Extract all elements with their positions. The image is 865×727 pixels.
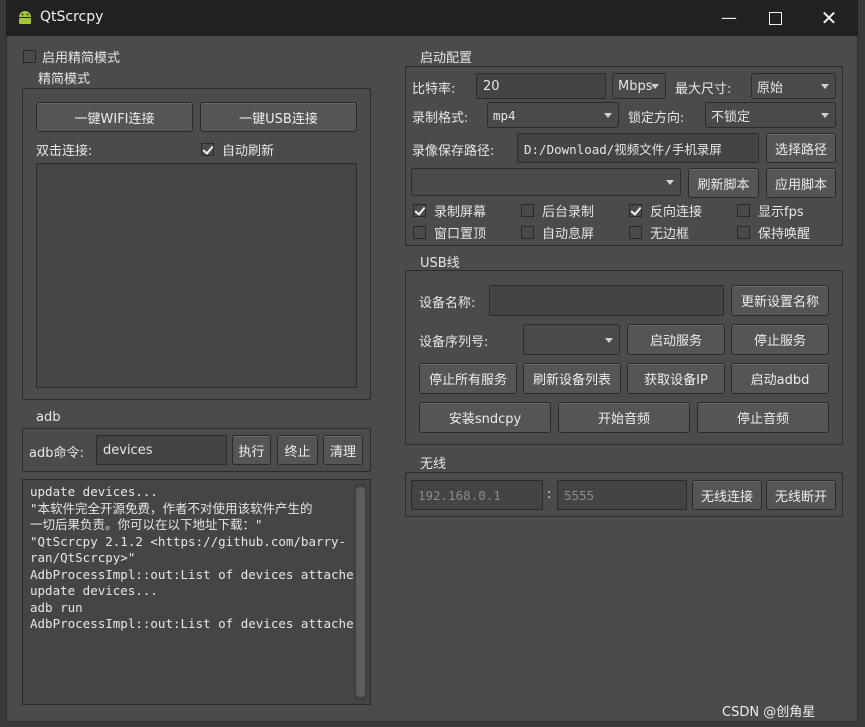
frameless-checkbox[interactable] bbox=[629, 226, 642, 239]
log-line: "QtScrcpy 2.1.2 <https://github.com/barr… bbox=[30, 533, 347, 549]
wireless-port-input[interactable]: 5555 bbox=[557, 480, 687, 510]
max-size-value: 原始 bbox=[757, 80, 784, 96]
record-screen-label: 录制屏幕 bbox=[434, 205, 487, 220]
lock-orientation-value: 不锁定 bbox=[711, 109, 751, 125]
minimize-icon[interactable]: — bbox=[706, 4, 752, 32]
chevron-down-icon bbox=[605, 337, 613, 343]
stay-awake-label: 保持唤醒 bbox=[758, 227, 811, 242]
enable-simple-mode-label: 启用精简模式 bbox=[42, 51, 121, 66]
stay-awake-checkbox[interactable] bbox=[737, 226, 750, 239]
background-record-checkbox[interactable] bbox=[521, 204, 534, 217]
start-audio-button[interactable]: 开始音频 bbox=[558, 402, 690, 433]
device-name-label: 设备名称: bbox=[419, 296, 476, 311]
get-device-ip-button[interactable]: 获取设备IP bbox=[627, 363, 725, 394]
chevron-down-icon bbox=[821, 113, 829, 118]
start-service-button[interactable]: 启动服务 bbox=[627, 324, 725, 355]
wifi-connect-button[interactable]: 一键WIFI连接 bbox=[36, 102, 193, 132]
install-sndcpy-button[interactable]: 安装sndcpy bbox=[419, 402, 551, 433]
chevron-down-icon bbox=[651, 84, 659, 89]
auto-refresh-label: 自动刷新 bbox=[222, 144, 275, 159]
device-serial-label: 设备序列号: bbox=[419, 335, 489, 350]
log-line: 一切后果负责。你可以在以下地址下载：" bbox=[30, 517, 263, 532]
log-line: ran/QtScrcpy>" bbox=[30, 550, 136, 565]
chevron-down-icon bbox=[604, 113, 612, 118]
record-path-label: 录像保存路径: bbox=[412, 144, 495, 159]
double-click-connect-label: 双击连接: bbox=[36, 144, 93, 159]
log-output[interactable]: update devices... "本软件完全开源免费，作者不对使用该软件产生… bbox=[22, 479, 371, 705]
window-on-top-checkbox[interactable] bbox=[413, 226, 426, 239]
auto-refresh-checkbox[interactable] bbox=[201, 143, 214, 156]
record-format-value: mp4 bbox=[493, 107, 516, 123]
max-size-select[interactable]: 原始 bbox=[751, 73, 836, 99]
frameless-label: 无边框 bbox=[650, 227, 690, 242]
record-path-input[interactable]: D:/Download/视频文件/手机录屏 bbox=[517, 133, 759, 163]
android-app-icon bbox=[19, 11, 31, 24]
record-format-label: 录制格式: bbox=[412, 111, 469, 126]
adb-stop-button[interactable]: 终止 bbox=[277, 435, 318, 465]
wireless-disconnect-button[interactable]: 无线断开 bbox=[766, 480, 836, 510]
start-adbd-button[interactable]: 启动adbd bbox=[731, 363, 829, 394]
chevron-down-icon bbox=[666, 180, 674, 185]
apply-script-button[interactable]: 应用脚本 bbox=[766, 168, 836, 198]
stop-all-services-button[interactable]: 停止所有服务 bbox=[419, 363, 517, 394]
bitrate-label: 比特率: bbox=[412, 82, 456, 97]
script-select[interactable] bbox=[411, 168, 681, 196]
chevron-down-icon bbox=[821, 84, 829, 89]
ip-port-separator: : bbox=[547, 487, 552, 502]
device-serial-select[interactable] bbox=[523, 324, 620, 355]
maximize-icon[interactable] bbox=[752, 4, 798, 32]
lock-orientation-label: 锁定方向: bbox=[628, 111, 685, 126]
max-size-label: 最大尺寸: bbox=[675, 82, 732, 97]
stop-service-button[interactable]: 停止服务 bbox=[731, 324, 829, 355]
auto-screen-off-checkbox[interactable] bbox=[521, 226, 534, 239]
usb-connect-button[interactable]: 一键USB连接 bbox=[200, 102, 357, 132]
adb-command-input[interactable]: devices bbox=[96, 435, 227, 465]
enable-simple-mode-checkbox[interactable] bbox=[23, 50, 36, 63]
simple-mode-title: 精简模式 bbox=[36, 68, 93, 87]
adb-clear-button[interactable]: 清理 bbox=[323, 435, 363, 465]
bitrate-unit-value: Mbps bbox=[618, 78, 653, 94]
startup-config-title: 启动配置 bbox=[420, 51, 473, 66]
log-line: "本软件完全开源免费，作者不对使用该软件产生的 bbox=[30, 500, 313, 516]
log-line: adb run bbox=[30, 599, 83, 615]
reverse-connect-checkbox[interactable] bbox=[629, 204, 642, 217]
csdn-watermark: CSDN @创角星 bbox=[722, 705, 816, 720]
record-format-select[interactable]: mp4 bbox=[487, 102, 619, 128]
wireless-group-title: 无线 bbox=[420, 457, 447, 472]
bitrate-unit-select[interactable]: Mbps bbox=[612, 73, 666, 99]
wireless-connect-button[interactable]: 无线连接 bbox=[692, 480, 762, 510]
close-icon[interactable]: ✕ bbox=[806, 4, 852, 32]
log-line: AdbProcessImpl::out:List of devices atta… bbox=[30, 616, 362, 631]
wireless-ip-input[interactable]: 192.168.0.1 bbox=[411, 480, 543, 510]
window-title: QtScrcpy bbox=[40, 9, 104, 25]
background-record-label: 后台录制 bbox=[542, 205, 595, 220]
log-line: AdbProcessImpl::out:List of devices atta… bbox=[30, 566, 362, 582]
show-fps-checkbox[interactable] bbox=[737, 204, 750, 217]
device-list[interactable] bbox=[36, 163, 357, 388]
device-name-input[interactable] bbox=[489, 285, 724, 316]
select-path-button[interactable]: 选择路径 bbox=[766, 133, 836, 163]
show-fps-label: 显示fps bbox=[758, 205, 804, 220]
auto-screen-off-label: 自动息屏 bbox=[542, 227, 595, 242]
adb-command-label: adb命令: bbox=[29, 446, 84, 461]
lock-orientation-select[interactable]: 不锁定 bbox=[705, 102, 836, 128]
reverse-connect-label: 反向连接 bbox=[650, 205, 703, 220]
bitrate-input[interactable]: 20 bbox=[476, 73, 606, 99]
adb-execute-button[interactable]: 执行 bbox=[232, 435, 271, 465]
record-screen-checkbox[interactable] bbox=[413, 204, 426, 217]
refresh-device-list-button[interactable]: 刷新设备列表 bbox=[523, 363, 621, 394]
log-line: update devices... bbox=[30, 484, 158, 499]
window-on-top-label: 窗口置顶 bbox=[434, 227, 487, 242]
usb-group-title: USB线 bbox=[420, 256, 460, 271]
update-device-name-button[interactable]: 更新设置名称 bbox=[731, 285, 829, 316]
adb-group-title: adb bbox=[36, 410, 61, 425]
refresh-script-button[interactable]: 刷新脚本 bbox=[688, 168, 759, 198]
stop-audio-button[interactable]: 停止音频 bbox=[697, 402, 829, 433]
log-line: update devices... bbox=[30, 583, 158, 598]
log-scrollbar-thumb[interactable] bbox=[356, 487, 365, 697]
